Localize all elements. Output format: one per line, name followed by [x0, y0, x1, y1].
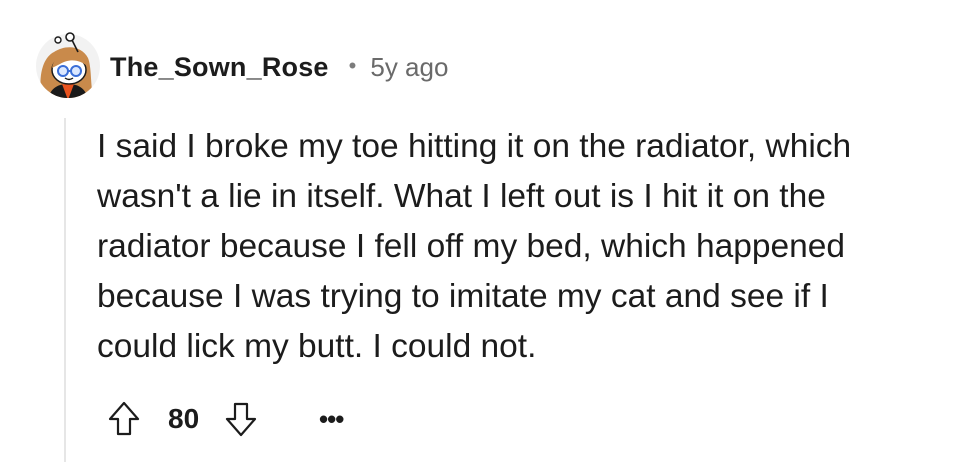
comment-body-line: could lick my butt. I could not.: [97, 328, 537, 365]
avatar[interactable]: [32, 28, 104, 100]
comment-body-line: because I was trying to imitate my cat a…: [97, 278, 829, 315]
meta-separator: •: [348, 53, 357, 78]
snoo-avatar-icon: [36, 32, 100, 98]
comment-actions: 80 •••: [104, 396, 349, 442]
thread-line[interactable]: [64, 118, 66, 462]
arrow-down-icon: [226, 402, 257, 437]
vote-score: 80: [168, 403, 200, 434]
comment-body: I said I broke my toe hitting it on the …: [97, 122, 937, 372]
more-options-button[interactable]: •••: [313, 397, 349, 441]
upvote-button[interactable]: [104, 397, 144, 441]
comment-body-line: I said I broke my toe hitting it on the …: [97, 128, 852, 165]
arrow-up-icon: [108, 401, 140, 436]
timestamp[interactable]: 5y ago: [370, 52, 448, 83]
comment: The_Sown_Rose • 5y ago I said I broke my…: [0, 0, 968, 462]
comment-body-line: wasn't a lie in itself. What I left out …: [97, 178, 826, 215]
downvote-button[interactable]: [221, 397, 261, 441]
comment-body-line: radiator because I fell off my bed, whic…: [97, 228, 846, 265]
username-link[interactable]: The_Sown_Rose: [110, 52, 329, 83]
comment-header: The_Sown_Rose • 5y ago: [110, 47, 448, 87]
